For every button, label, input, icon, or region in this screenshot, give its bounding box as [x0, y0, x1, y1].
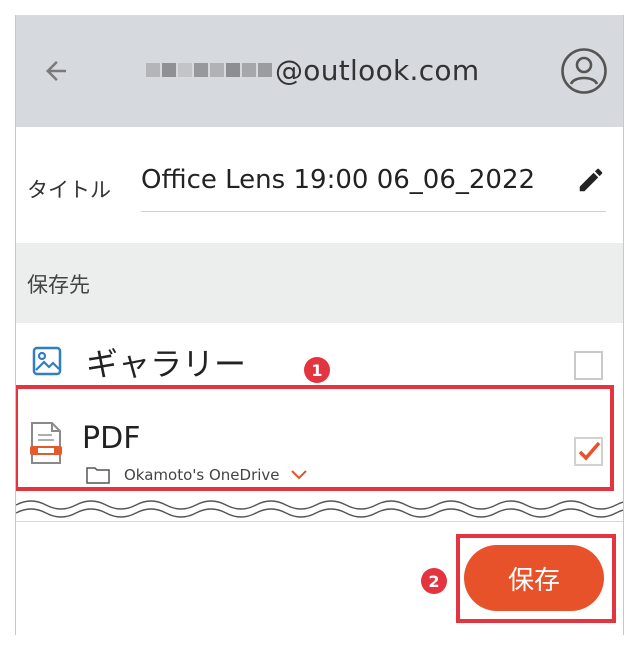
save-location-label: 保存先	[27, 273, 90, 297]
save-button[interactable]: 保存	[464, 545, 604, 611]
checkmark-icon	[578, 441, 601, 461]
profile-button[interactable]	[560, 47, 608, 95]
app-header: @outlook.com	[16, 15, 623, 127]
save-dialog: @outlook.com タイトル 2022_06_06 19:00 Offic…	[15, 15, 624, 635]
title-input[interactable]: 2022_06_06 19:00 Office Lens	[141, 149, 606, 212]
account-email: @outlook.com	[275, 53, 480, 87]
folder-icon	[86, 467, 110, 484]
arrow-left-icon	[46, 61, 66, 81]
cut-separator	[16, 500, 623, 518]
redacted-username	[146, 63, 272, 77]
pdf-location-text: Okamoto's OneDrive	[124, 466, 280, 484]
pencil-icon[interactable]	[576, 165, 606, 195]
annotation-badge-1: 1	[304, 357, 330, 383]
pdf-checkbox[interactable]	[574, 437, 603, 466]
option-pdf[interactable]: PDF Okamoto's OneDrive	[16, 399, 623, 495]
chevron-down-icon	[290, 470, 307, 480]
footer-divider	[16, 521, 623, 522]
pdf-location-selector[interactable]: Okamoto's OneDrive	[86, 463, 308, 487]
title-label: タイトル	[27, 178, 111, 202]
gallery-checkbox[interactable]	[574, 351, 603, 380]
title-value[interactable]: 2022_06_06 19:00 Office Lens	[141, 165, 572, 195]
image-icon	[32, 346, 62, 376]
save-location-header: 保存先	[16, 243, 623, 323]
pdf-file-icon	[30, 422, 62, 464]
pdf-label: PDF	[82, 421, 141, 456]
gallery-label: ギャラリー	[86, 345, 247, 383]
person-circle-icon	[561, 48, 607, 94]
back-button[interactable]	[36, 51, 76, 91]
annotation-badge-2: 2	[421, 568, 447, 594]
title-row: タイトル 2022_06_06 19:00 Office Lens	[16, 127, 623, 243]
account-info: @outlook.com	[146, 45, 479, 95]
